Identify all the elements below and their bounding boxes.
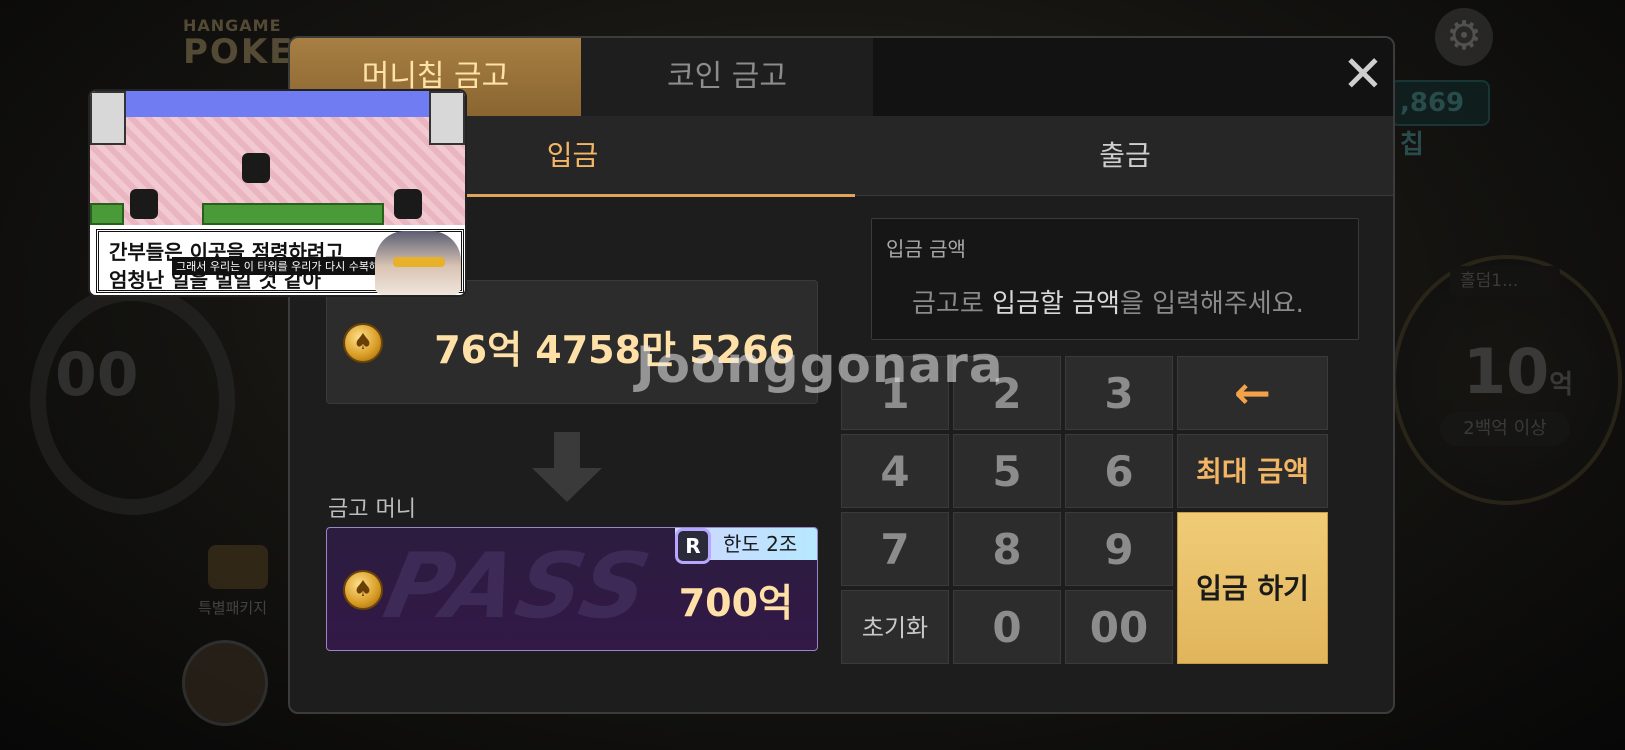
safe-money-box: PASS ♠ 한도 2조 R 700억 [326, 527, 818, 651]
game-screen: HANGAME POKE ⚙ ,869 칩 00 홀덤1... 10억 2백억 … [0, 0, 1625, 750]
key-8[interactable]: 8 [953, 512, 1061, 586]
reset-button[interactable]: 초기화 [841, 590, 949, 664]
close-icon[interactable]: ✕ [1340, 49, 1386, 99]
key-3[interactable]: 3 [1065, 356, 1173, 430]
key-6[interactable]: 6 [1065, 434, 1173, 508]
streamer-face [375, 231, 461, 295]
video-overlay: 간부들은 이곳을 점령하려고 엄청난 일을 벌일 것 같아 그래서 우리는 이 … [88, 89, 467, 297]
key-0[interactable]: 0 [953, 590, 1061, 664]
deposit-amount-field[interactable]: 입금 금액 금고로 입금할 금액을 입력해주세요. [871, 218, 1359, 340]
key-00[interactable]: 00 [1065, 590, 1173, 664]
package-icon [208, 545, 268, 589]
key-9[interactable]: 9 [1065, 512, 1173, 586]
arrow-left-icon: ← [1234, 368, 1271, 419]
coin-icon: ♠ [343, 323, 383, 363]
gear-icon: ⚙ [1435, 8, 1493, 66]
tab-coin-safe[interactable]: 코인 금고 [581, 38, 873, 116]
r-pass-icon: R [675, 528, 711, 564]
right-table-amount: 10억 [1463, 335, 1574, 408]
key-7[interactable]: 7 [841, 512, 949, 586]
deposit-confirm-button[interactable]: 입금 하기 [1177, 512, 1328, 664]
safe-money-amount: 700억 [678, 581, 793, 625]
backspace-button[interactable]: ← [1177, 356, 1328, 430]
deposit-amount-placeholder: 금고로 입금할 금액을 입력해주세요. [912, 289, 1304, 319]
character-sprite [394, 189, 422, 219]
key-5[interactable]: 5 [953, 434, 1061, 508]
left-table-amount: 00 [55, 340, 139, 410]
chip-balance: ,869 칩 [1390, 80, 1490, 160]
package-label: 특별패키지 [198, 599, 268, 617]
character-sprite [130, 189, 158, 219]
tab-withdraw[interactable]: 출금 [855, 116, 1393, 196]
coin-icon: ♠ [343, 570, 383, 610]
game-logo: HANGAME POKE [183, 16, 295, 72]
watermark: Joonggonara [636, 336, 1004, 394]
right-table-sub: 2백억 이상 [1440, 412, 1570, 446]
right-table-tag: 홀덤1... [1450, 266, 1560, 296]
key-4[interactable]: 4 [841, 434, 949, 508]
character-sprite [242, 153, 270, 183]
deposit-amount-label: 입금 금액 [886, 237, 966, 261]
retro-game-scene [90, 91, 465, 225]
max-amount-button[interactable]: 최대 금액 [1177, 434, 1328, 508]
arrow-down-icon [532, 432, 602, 504]
pass-watermark: PASS [375, 534, 660, 639]
avatar [182, 640, 268, 726]
safe-money-label: 금고 머니 [328, 497, 416, 522]
